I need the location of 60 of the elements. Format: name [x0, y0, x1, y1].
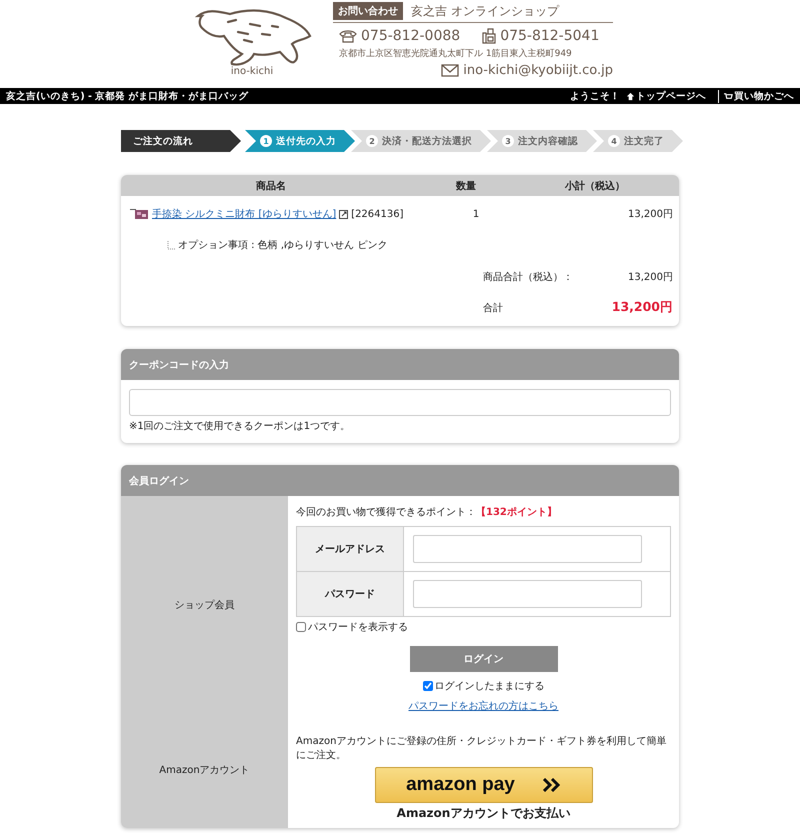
- coupon-note: ※1回のご注文で使用できるクーポンは1つです。: [129, 421, 350, 432]
- option-text: オプション事項 : 色柄 ,ゆらりすいせん ピンク: [178, 238, 388, 252]
- goods-total: 13,200円: [627, 271, 673, 284]
- phone-number: 075-812-0088: [361, 28, 460, 44]
- step-number: 4: [608, 135, 620, 147]
- points-text: 今回のお買い物で獲得できるポイント：【132ポイント】: [296, 506, 558, 519]
- popup-icon[interactable]: [339, 210, 348, 218]
- checkbox-label: パスワードを表示する: [308, 620, 408, 634]
- logo-text: ino-kichi: [230, 66, 274, 77]
- section-title: クーポンコードの入力: [121, 349, 679, 380]
- column-header: 商品名: [255, 179, 287, 192]
- step-label: 注文完了: [624, 134, 664, 148]
- contact-badge: お問い合わせ: [333, 2, 403, 20]
- amazon-description: Amazonアカウントにご登録の住所・クレジットカード・ギフト券を利用して簡単にご注文。: [296, 735, 668, 763]
- login-button[interactable]: ログイン: [410, 646, 558, 672]
- step-number: 3: [502, 135, 514, 147]
- product-link[interactable]: 手捺染 シルクミニ財布 [ゆらりすいせん]: [152, 207, 336, 221]
- row-label: Amazonアカウント: [121, 713, 288, 828]
- cart-icon: [724, 92, 733, 100]
- step-label: 決済・配送方法選択: [382, 134, 472, 148]
- tree-connector-icon: [167, 240, 175, 250]
- coupon-field[interactable]: [129, 389, 671, 416]
- shop-name: 亥之吉 オンラインショップ: [411, 2, 559, 20]
- section-title: 会員ログイン: [121, 465, 679, 496]
- total-amount: 13,200円: [610, 299, 673, 316]
- column-header: 数量: [454, 180, 477, 192]
- checkbox[interactable]: [422, 681, 432, 691]
- table-cell-text: 13,200円: [627, 208, 673, 221]
- step-number: 2: [366, 135, 378, 147]
- table-cell-text: 1: [472, 208, 480, 220]
- welcome-text: ようこそ！: [570, 90, 620, 102]
- email: ino-kichi@kyobiijt.co.jp: [463, 63, 613, 78]
- header-link[interactable]: トップページへ: [626, 90, 706, 102]
- steps-title: ご注文の流れ: [121, 130, 241, 152]
- total-label: 合計: [483, 302, 504, 314]
- product-code: [2264136]: [351, 208, 404, 220]
- input-field[interactable]: [413, 580, 642, 608]
- site-title: 亥之吉(いのきち) - 京都発 がま口財布・がま口バッグ: [6, 90, 249, 102]
- address: 京都市上京区智恵光院通丸太町下ル 1筋目東入主税町949: [339, 48, 573, 60]
- step-label: 送付先の入力: [276, 134, 336, 148]
- checkbox[interactable]: [296, 622, 306, 632]
- home-icon: [626, 92, 635, 100]
- amazon-caption: Amazonアカウントでお支払い: [396, 805, 570, 822]
- goods-total-label: 商品合計（税込）：: [483, 270, 574, 284]
- fax-icon: [482, 28, 496, 44]
- field-label: メールアドレス: [297, 527, 404, 571]
- forgot-password-link[interactable]: パスワードをお忘れの方はこちら: [408, 699, 558, 713]
- row-label: ショップ会員: [121, 496, 288, 713]
- header-link[interactable]: 買い物かごへ: [718, 90, 794, 102]
- fax-number: 075-812-5041: [500, 28, 600, 44]
- column-header: 小計（税込）: [564, 180, 626, 192]
- mail-icon: [441, 64, 460, 77]
- step-label: 注文内容確認: [518, 134, 578, 148]
- field-label: パスワード: [297, 572, 404, 616]
- phone-icon: [339, 29, 357, 43]
- double-chevron-icon: [542, 778, 561, 792]
- step-number: 1: [260, 135, 272, 147]
- amazon-pay-button[interactable]: amazon pay: [374, 767, 592, 803]
- input-field[interactable]: [413, 535, 642, 563]
- checkbox-label: ログインしたままにする: [434, 680, 544, 693]
